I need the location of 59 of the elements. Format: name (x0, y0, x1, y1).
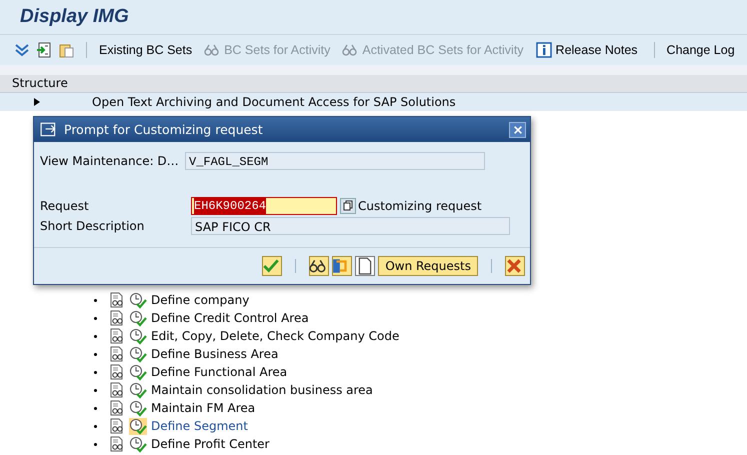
glasses-icon (204, 42, 220, 58)
tree-node[interactable]: Define Segment (151, 419, 248, 433)
document-glasses-icon[interactable] (109, 310, 125, 326)
create-button[interactable] (355, 256, 376, 276)
tree-node[interactable]: Define Credit Control Area (151, 311, 309, 325)
cancel-icon (505, 257, 523, 275)
field-label: View Maintenance: D… (40, 154, 180, 168)
field-label: Request (40, 199, 90, 213)
own-requests-button[interactable]: Own Requests (378, 256, 478, 276)
clock-check-icon[interactable] (129, 436, 147, 452)
document-glasses-icon[interactable] (109, 400, 125, 416)
field-label: Short Description (40, 219, 146, 233)
clock-check-icon[interactable] (129, 382, 147, 398)
confirm-button[interactable] (262, 256, 282, 276)
tree-node[interactable]: Define Functional Area (151, 365, 288, 379)
tree-node[interactable]: Edit, Copy, Delete, Check Company Code (151, 329, 400, 343)
dialog-icon (40, 120, 58, 138)
tree-node[interactable]: Define Profit Center (151, 437, 270, 451)
request-type: Customizing request (358, 199, 482, 213)
tree-node[interactable]: Define Business Area (151, 347, 278, 361)
request-button[interactable] (332, 256, 352, 276)
document-glasses-icon[interactable] (109, 364, 125, 380)
checkmark-icon (262, 257, 280, 275)
clipboard-icon[interactable] (58, 42, 74, 58)
clock-check-icon[interactable] (129, 364, 147, 380)
info-icon (536, 42, 552, 58)
window-title: Display IMG (20, 6, 129, 28)
column-header: Structure (0, 75, 747, 93)
document-glasses-icon[interactable] (109, 328, 125, 344)
view-field[interactable]: V_FAGL_SEGM (185, 152, 485, 170)
document-glasses-icon[interactable] (109, 346, 125, 362)
document-glasses-icon[interactable] (109, 436, 125, 452)
document-glasses-icon[interactable] (109, 382, 125, 398)
glasses-icon (342, 42, 358, 58)
document-glasses-icon[interactable] (109, 292, 125, 308)
description-field[interactable]: SAP FICO CR (191, 217, 510, 235)
toolbar-button[interactable]: Change Log (664, 43, 741, 57)
request-field[interactable]: EH6K900264 (191, 197, 337, 215)
clock-check-icon[interactable] (129, 418, 147, 434)
toolbar-button[interactable]: Release Notes (534, 42, 644, 58)
expand-arrow-icon[interactable] (34, 98, 40, 106)
clock-check-icon[interactable] (129, 400, 147, 416)
clock-check-icon[interactable] (129, 346, 147, 362)
toolbar-button[interactable]: Existing BC Sets (97, 43, 198, 57)
clock-check-icon[interactable] (129, 292, 147, 308)
close-icon (512, 124, 522, 136)
glasses-icon (309, 257, 328, 275)
tree-node[interactable]: Define company (151, 293, 250, 307)
close-button[interactable] (509, 122, 526, 138)
document-glasses-icon[interactable] (109, 418, 125, 434)
expand-arrows-icon[interactable] (14, 42, 30, 58)
clock-check-icon[interactable] (129, 328, 147, 344)
cancel-button[interactable] (505, 256, 525, 276)
dialog-title: Prompt for Customizing request (64, 122, 264, 137)
clock-check-icon[interactable] (129, 310, 147, 326)
tree-node[interactable]: Maintain consolidation business area (151, 383, 373, 397)
tree-node[interactable]: Maintain FM Area (151, 401, 256, 415)
display-button[interactable] (309, 256, 330, 276)
value-help-icon[interactable] (340, 198, 356, 214)
